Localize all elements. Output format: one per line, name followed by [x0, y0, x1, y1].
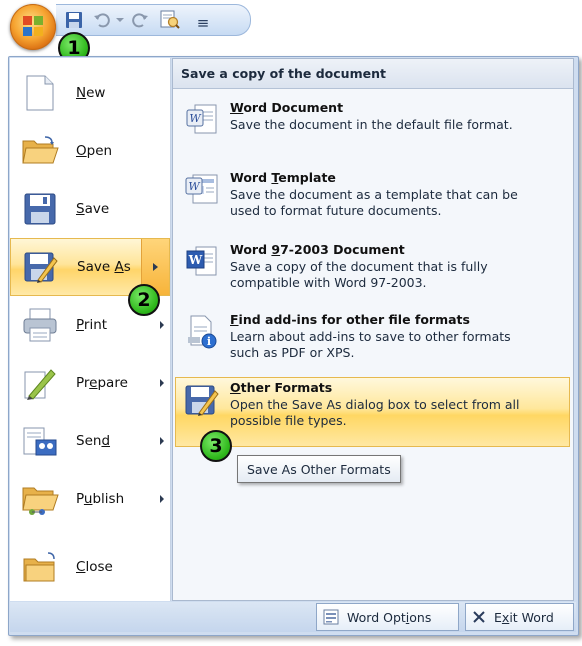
submenu-item-description: Open the Save As dialog box to select fr…	[230, 397, 520, 428]
menu-item-label: New	[76, 85, 106, 101]
word-template-icon: W	[184, 172, 220, 208]
submenu-item-word-97-2003[interactable]: W Word 97-2003 Document Save a copy of t…	[176, 240, 568, 306]
menu-item-label: Open	[76, 143, 113, 159]
submenu-arrow-icon	[160, 321, 164, 329]
add-ins-info-icon: i	[184, 314, 220, 350]
other-formats-icon	[184, 382, 220, 418]
svg-text:W: W	[189, 112, 202, 125]
menu-item-label: Prepare	[76, 375, 128, 391]
submenu-item-other-formats[interactable]: Other Formats Open the Save As dialog bo…	[175, 377, 570, 447]
word-document-icon: W	[184, 102, 220, 138]
undo-icon[interactable]	[90, 8, 114, 32]
svg-text:W: W	[188, 180, 201, 193]
submenu-item-description: Save the document in the default file fo…	[230, 117, 513, 132]
menu-item-print[interactable]: Print	[10, 296, 170, 354]
submenu-arrow-icon	[160, 437, 164, 445]
office-logo-icon	[23, 16, 43, 36]
menu-item-label: Save	[76, 201, 110, 217]
submenu-item-title: Other Formats	[230, 380, 333, 395]
floppy-disk-icon	[20, 189, 60, 229]
undo-dropdown-icon[interactable]	[114, 8, 126, 32]
quick-access-toolbar: ≡	[56, 4, 251, 36]
submenu-item-word-document[interactable]: W Word Document Save the document in the…	[176, 98, 568, 162]
publish-icon	[20, 479, 60, 519]
menu-item-open[interactable]: Open	[10, 122, 170, 180]
menu-item-new[interactable]: New	[10, 64, 170, 122]
word-options-icon	[323, 609, 339, 625]
submenu-item-find-add-ins[interactable]: i Find add-ins for other file formats Le…	[176, 310, 568, 376]
menu-item-label: Send	[76, 433, 111, 449]
submenu-arrow-icon	[160, 495, 164, 503]
customize-toolbar-icon[interactable]: ≡	[192, 9, 214, 37]
redo-icon[interactable]	[128, 8, 152, 32]
menu-item-label: Close	[76, 559, 113, 575]
callout-badge-3: 3	[200, 430, 232, 462]
menu-item-close[interactable]: Close	[10, 538, 170, 596]
prepare-icon	[20, 363, 60, 403]
open-folder-icon	[20, 131, 60, 171]
word-options-button[interactable]: Word Options	[316, 603, 459, 631]
office-button[interactable]	[10, 4, 56, 50]
tooltip: Save As Other Formats	[237, 455, 401, 483]
exit-word-button[interactable]: Exit Word	[465, 603, 574, 631]
submenu-item-title: Word Document	[230, 100, 344, 115]
menu-item-prepare[interactable]: Prepare	[10, 354, 170, 412]
svg-text:W: W	[188, 253, 203, 267]
submenu-item-word-template[interactable]: W Word Template Save the document as a t…	[176, 168, 568, 236]
menu-item-send[interactable]: Send	[10, 412, 170, 470]
send-icon	[20, 421, 60, 461]
submenu-item-description: Save a copy of the document that is full…	[230, 259, 488, 290]
close-icon	[472, 610, 486, 624]
word-97-icon: W	[184, 244, 220, 280]
submenu-header: Save a copy of the document	[173, 59, 573, 89]
submenu-item-title: Word Template	[230, 170, 336, 185]
submenu-item-title: Word 97-2003 Document	[230, 242, 405, 257]
svg-text:i: i	[207, 335, 211, 348]
submenu-item-description: Learn about add-ins to save to other for…	[230, 329, 511, 360]
submenu-item-title: Find add-ins for other file formats	[230, 312, 470, 327]
menu-item-label: Print	[76, 317, 108, 333]
menu-item-publish[interactable]: Publish	[10, 470, 170, 528]
submenu-item-description: Save the document as a template that can…	[230, 187, 518, 218]
new-document-icon	[20, 73, 60, 113]
close-folder-icon	[20, 547, 60, 587]
save-icon[interactable]	[62, 8, 86, 32]
exit-word-label: Exit Word	[494, 609, 554, 625]
menu-item-save[interactable]: Save	[10, 180, 170, 238]
word-options-label: Word Options	[347, 609, 432, 625]
printer-icon	[20, 305, 60, 345]
submenu-arrow-icon	[160, 379, 164, 387]
menu-item-label: Save As	[77, 259, 131, 275]
print-preview-icon[interactable]	[156, 8, 184, 32]
menu-item-label: Publish	[76, 491, 125, 507]
save-as-icon	[21, 247, 61, 287]
